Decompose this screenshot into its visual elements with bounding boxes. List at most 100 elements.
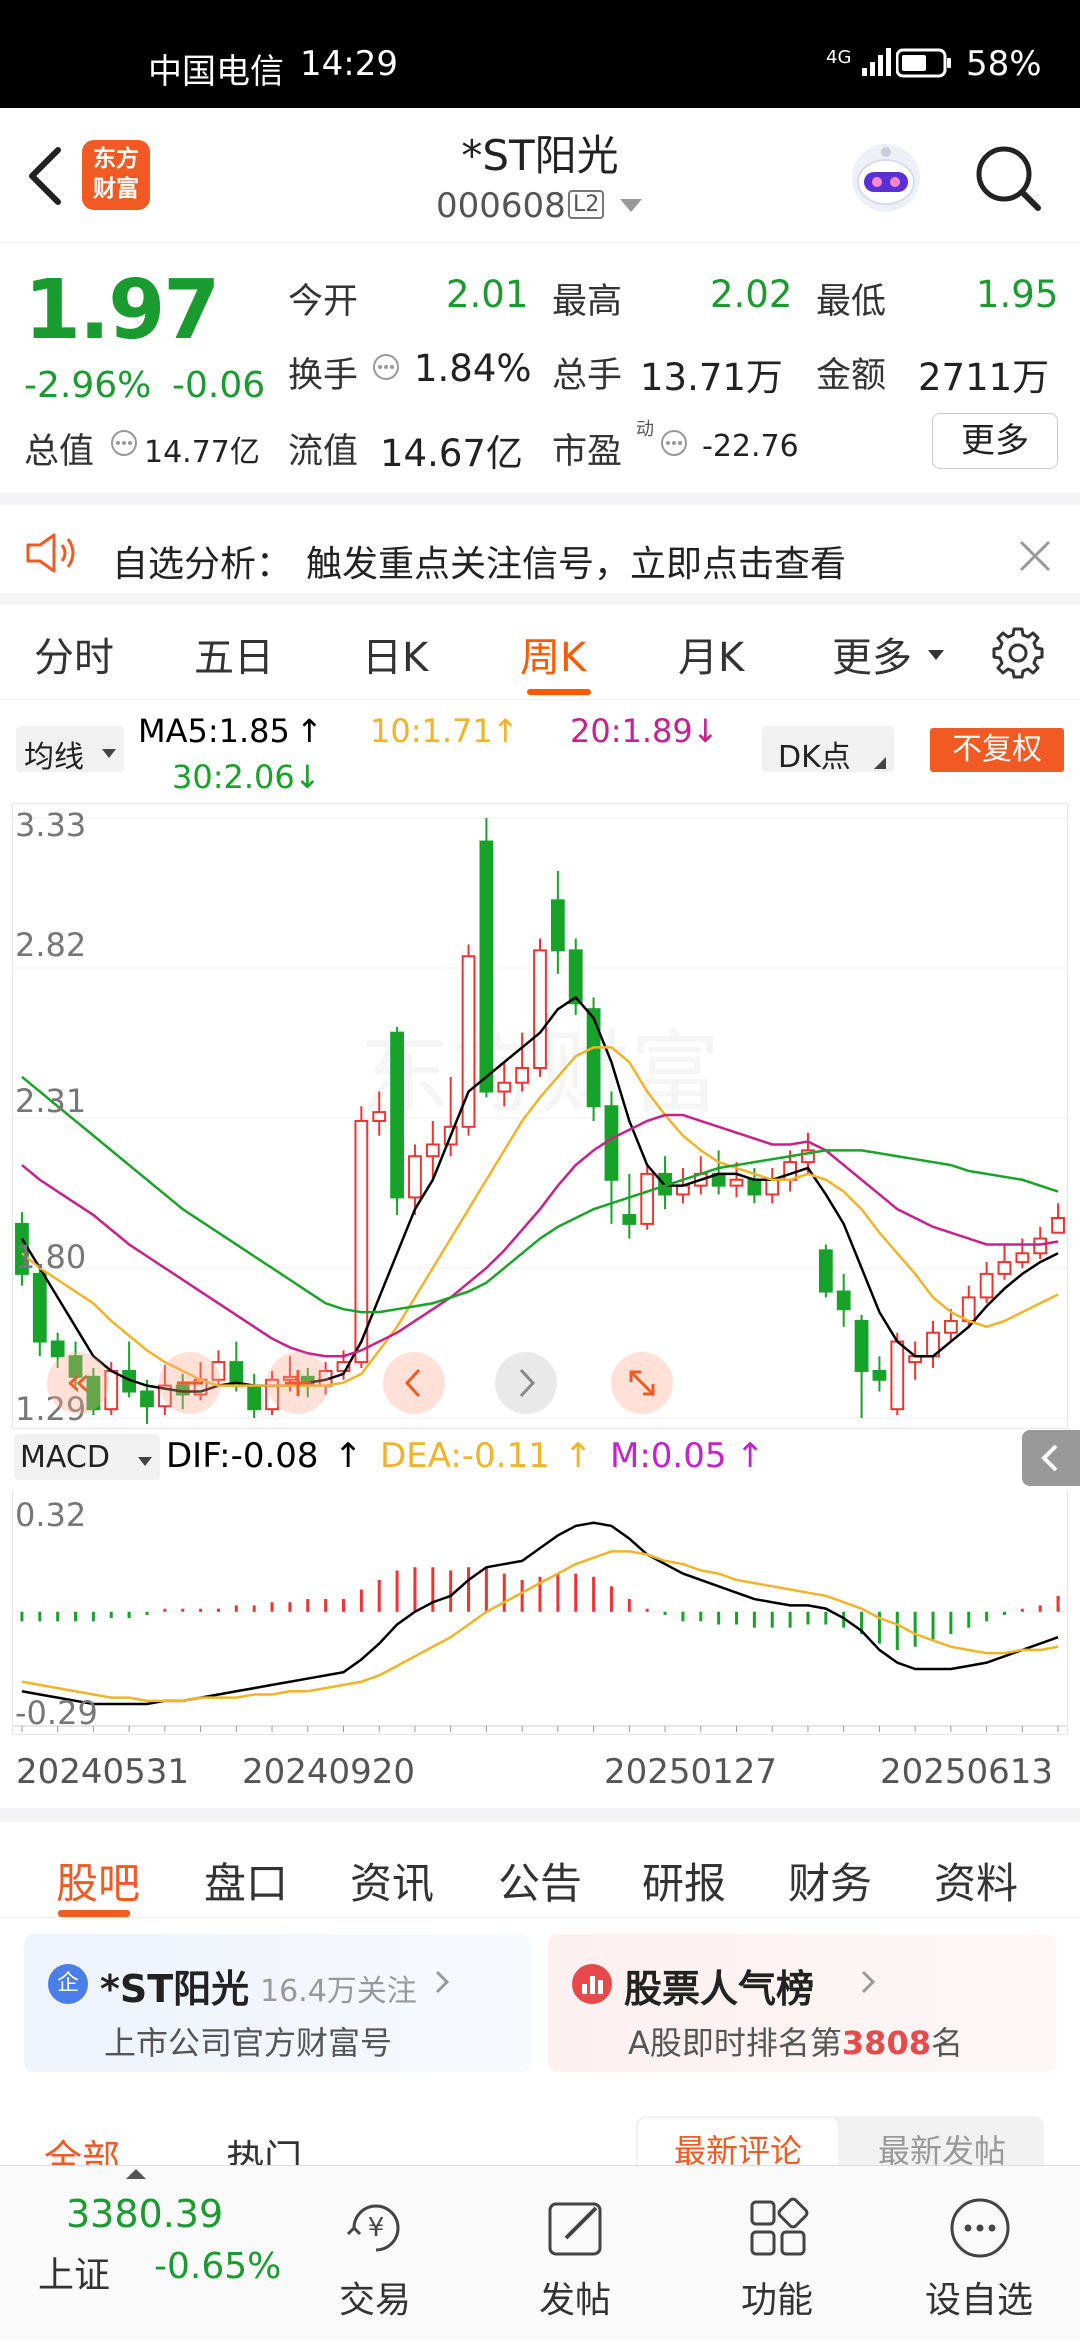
- robot-assistant-icon[interactable]: [846, 138, 926, 218]
- tab-weekly-k[interactable]: 周K: [520, 625, 586, 683]
- macd-chart[interactable]: 0.32 -0.29: [12, 1490, 1068, 1735]
- candle-body: [1051, 1217, 1065, 1234]
- popularity-card[interactable]: 股票人气榜 A股即时排名第3808名: [548, 1934, 1056, 2072]
- dropdown-icon: [620, 198, 642, 217]
- y-tick-label: 2.31: [15, 1082, 87, 1120]
- tab-five-day[interactable]: 五日: [194, 625, 274, 683]
- tab-research[interactable]: 研报: [642, 1850, 726, 1911]
- change-percent: -2.96%: [24, 365, 152, 406]
- candle-body: [604, 1105, 619, 1181]
- corner-triangle-icon: [874, 754, 886, 773]
- ma10-line: [21, 1046, 1059, 1387]
- float-cap-label: 流值: [288, 432, 359, 472]
- dif-line: [21, 1521, 1059, 1706]
- caret-down-icon: [928, 647, 944, 666]
- prev-button[interactable]: [383, 1352, 445, 1414]
- kline-chart[interactable]: 东方财富 3.33 2.82 2.31 1.80 1.29 «: [12, 803, 1068, 1429]
- tab-guba[interactable]: 股吧: [56, 1850, 140, 1911]
- arrow-up-icon: ↑: [334, 1436, 363, 1476]
- dea-value: DEA:-0.11: [380, 1436, 550, 1476]
- index-value: 3380.39: [66, 2192, 224, 2236]
- notice-bar[interactable]: 自选分析： 触发重点关注信号，立即点击查看: [0, 493, 1080, 605]
- market-cap-label: 总值: [24, 432, 95, 472]
- candle-body: [568, 949, 583, 1005]
- caret-down-icon: [138, 1452, 152, 1471]
- arrow-up-icon: ↑: [564, 1436, 593, 1476]
- macd-svg: [13, 1521, 1067, 1732]
- zoom-out-button[interactable]: [159, 1352, 221, 1414]
- info-icon[interactable]: [110, 429, 138, 461]
- macd-select-label: MACD: [20, 1440, 110, 1475]
- candle-body: [1015, 1252, 1030, 1264]
- ma20-value: 20:1.89: [570, 712, 693, 750]
- macd-select[interactable]: MACD: [14, 1434, 160, 1480]
- info-icon[interactable]: [372, 353, 400, 385]
- candle-body: [1033, 1237, 1048, 1255]
- ma30-value: 30:2.06: [172, 758, 295, 796]
- candle-body: [747, 1178, 762, 1196]
- sort-newest-comment[interactable]: 最新评论: [638, 2118, 838, 2172]
- x-tick-label: 20250127: [604, 1752, 778, 1792]
- tab-pankou[interactable]: 盘口: [204, 1850, 288, 1911]
- stock-header: 东方 财富 *ST阳光 000608 L2: [0, 108, 1080, 243]
- m-value: M:0.05: [610, 1436, 727, 1476]
- search-icon[interactable]: [972, 144, 1052, 214]
- tab-daily-k[interactable]: 日K: [362, 625, 428, 683]
- card-rank-line: A股即时排名第3808名: [628, 2018, 963, 2064]
- nav-add-watchlist-label: 设自选: [924, 2280, 1033, 2321]
- close-icon[interactable]: [1018, 539, 1052, 577]
- candle-body: [586, 1008, 601, 1108]
- notice-label: 自选分析：: [112, 544, 293, 585]
- tab-more[interactable]: 更多: [832, 625, 912, 683]
- tab-finance[interactable]: 财务: [788, 1850, 872, 1911]
- x-tick-label: 20250613: [880, 1752, 1054, 1792]
- candle-body: [836, 1290, 851, 1311]
- stock-code: 000608: [436, 186, 566, 226]
- notice-text: 触发重点关注信号，立即点击查看: [306, 544, 847, 585]
- clock: 14:29: [300, 44, 398, 84]
- period-tabs: 分时 五日 日K 周K 月K 更多: [0, 605, 1080, 700]
- stock-code-row[interactable]: 000608 L2: [420, 186, 660, 230]
- collapse-side-button[interactable]: [1022, 1430, 1080, 1486]
- candle-body: [354, 1119, 369, 1364]
- fullscreen-button[interactable]: [611, 1352, 673, 1414]
- tab-monthly-k[interactable]: 月K: [678, 625, 744, 683]
- battery-level: 58%: [966, 44, 1042, 84]
- sort-newest-post[interactable]: 最新发帖: [842, 2118, 1042, 2172]
- open-label: 今开: [288, 282, 359, 322]
- turnover-value: 1.84%: [414, 347, 532, 390]
- candle-body: [729, 1178, 744, 1187]
- no-adjust-button[interactable]: 不复权: [930, 728, 1064, 772]
- more-dots-icon: [946, 2194, 1014, 2266]
- index-name: 上证: [38, 2255, 111, 2296]
- tab-news[interactable]: 资讯: [350, 1850, 434, 1911]
- ma20-line: [21, 1113, 1059, 1358]
- tab-announcements[interactable]: 公告: [498, 1850, 582, 1911]
- y-tick-label: 1.80: [15, 1238, 87, 1276]
- candle-body: [622, 1214, 637, 1225]
- official-account-card[interactable]: 企 *ST阳光 16.4万关注 上市公司官方财富号: [24, 1934, 532, 2072]
- tab-profile[interactable]: 资料: [934, 1850, 1018, 1911]
- more-button[interactable]: 更多: [932, 413, 1058, 469]
- dk-point-button[interactable]: DK点: [762, 726, 894, 775]
- grid-apps-icon: [744, 2194, 812, 2266]
- ma5-value: MA5:1.85: [138, 712, 290, 750]
- candle-body: [765, 1178, 780, 1196]
- candle-body: [497, 1081, 512, 1093]
- zoom-in-button[interactable]: [267, 1352, 329, 1414]
- rank-prefix: A股即时排名第: [628, 2024, 842, 2062]
- tab-intraday[interactable]: 分时: [34, 625, 114, 683]
- active-tab-indicator: [527, 689, 591, 695]
- low-label: 最低: [816, 282, 887, 322]
- candle-body: [872, 1369, 887, 1381]
- scroll-to-start-button[interactable]: «: [47, 1352, 109, 1414]
- info-icon[interactable]: [660, 429, 688, 461]
- indicator-select[interactable]: 均线: [16, 726, 124, 775]
- open-value: 2.01: [446, 273, 529, 316]
- candle-body: [247, 1384, 262, 1411]
- next-button[interactable]: [495, 1352, 557, 1414]
- candle-body: [943, 1319, 958, 1334]
- rank-number: 3808: [841, 2024, 931, 2062]
- index-ticker[interactable]: 3380.39 上证 -0.65%: [0, 2166, 300, 2341]
- settings-gear-icon[interactable]: [990, 625, 1046, 685]
